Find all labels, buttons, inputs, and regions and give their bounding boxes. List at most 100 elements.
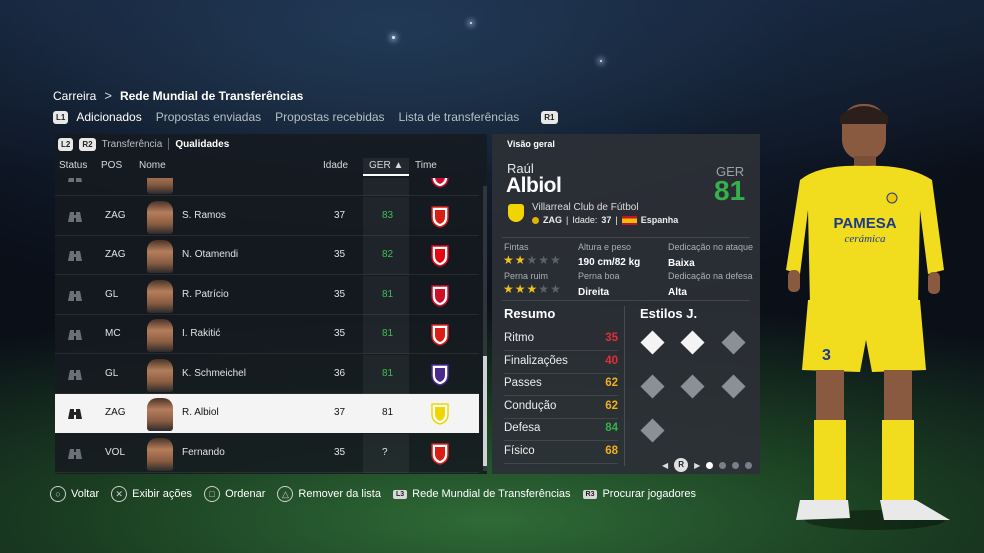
table-row[interactable]: ZAG S. Ramos 37 83 xyxy=(55,196,479,236)
stadium-light xyxy=(392,36,395,39)
breadcrumb-root[interactable]: Carreira xyxy=(53,89,96,103)
playstyle-slot-icon[interactable] xyxy=(640,374,665,399)
cell-ger: 81 xyxy=(382,407,394,418)
cell-pos: GL xyxy=(105,288,119,300)
cell-name: S. Ramos xyxy=(182,209,226,221)
tab-adicionados[interactable]: Adicionados xyxy=(76,110,141,124)
table-row[interactable]: ZAG R. Albiol 37 81 xyxy=(55,394,479,433)
footer-action-3[interactable]: △ Remover da lista xyxy=(277,486,381,502)
l3-button-icon: L3 xyxy=(392,489,408,499)
header-ger[interactable]: GER ▲ xyxy=(369,160,403,171)
team-crest-icon xyxy=(431,363,449,386)
table-row[interactable]: ATA O. Giroud 36 83 xyxy=(55,178,479,196)
scrollbar-thumb[interactable] xyxy=(483,356,487,466)
star-icon: ★ xyxy=(526,282,539,296)
subtab-qualidades[interactable]: Qualidades xyxy=(175,139,229,150)
cell-pos: VOL xyxy=(105,446,126,458)
team-crest-icon xyxy=(431,403,449,425)
height-weight-value: 190 cm/82 kg xyxy=(578,257,641,268)
binoculars-icon[interactable] xyxy=(67,178,83,183)
footer-action-label: Remover da lista xyxy=(298,488,381,500)
tab-propostas-enviadas[interactable]: Propostas enviadas xyxy=(156,110,261,124)
playstyle-slot-icon[interactable] xyxy=(640,418,665,443)
skill-moves-stars: ★★★★★ xyxy=(503,253,562,267)
preferred-foot-label: Perna boa xyxy=(578,271,620,281)
pager-dot[interactable] xyxy=(719,461,727,469)
player-face-thumbnail xyxy=(147,358,173,392)
pager-right-icon[interactable]: ▶ xyxy=(694,461,700,470)
attribute-name: Condução xyxy=(504,399,557,412)
playstyle-slot-icon[interactable] xyxy=(680,374,705,399)
cell-ger: 81 xyxy=(382,288,394,300)
binoculars-icon[interactable] xyxy=(67,446,83,460)
binoculars-icon[interactable] xyxy=(67,367,83,381)
cell-ger: 83 xyxy=(382,209,394,221)
l1-button-icon[interactable]: L1 xyxy=(53,110,69,124)
pager-dot[interactable] xyxy=(732,461,740,469)
cell-ger: 83 xyxy=(382,178,393,181)
pager-left-icon[interactable]: ◀ xyxy=(662,461,668,470)
table-row[interactable]: VOL Fernando 35? xyxy=(55,433,479,473)
r1-button-icon[interactable]: R1 xyxy=(541,110,558,124)
player-face-thumbnail xyxy=(147,240,173,273)
footer-action-5[interactable]: R3 Procurar jogadores xyxy=(582,488,696,500)
spain-flag-icon xyxy=(621,215,637,225)
subtabs: L2 R2 Transferência Qualidades xyxy=(55,134,229,154)
playstyle-icon[interactable] xyxy=(680,330,705,355)
subtab-transferencia[interactable]: Transferência xyxy=(102,139,163,150)
header-status[interactable]: Status xyxy=(59,160,87,171)
r2-button-icon[interactable]: R2 xyxy=(79,137,96,151)
cell-age: 35 xyxy=(334,249,346,260)
attribute-row: Físico 68 xyxy=(504,442,618,464)
footer-action-4[interactable]: L3 Rede Mundial de Transferências xyxy=(392,488,571,500)
tab-lista-transferencias[interactable]: Lista de transferências xyxy=(399,110,520,124)
playstyle-slot-icon[interactable] xyxy=(721,330,746,355)
binoculars-icon[interactable] xyxy=(67,248,83,262)
table-row[interactable]: ZAG N. Otamendi 35 82 xyxy=(55,236,479,275)
attack-workrate-label: Dedicação no ataque xyxy=(668,242,754,252)
attribute-value: 68 xyxy=(605,445,618,457)
footer-action-1[interactable]: ✕ Exibir ações xyxy=(111,486,192,502)
cell-ger: ? xyxy=(382,446,388,458)
footer-action-2[interactable]: □ Ordenar xyxy=(204,486,265,502)
attribute-value: 35 xyxy=(605,332,618,344)
cell-age: 36 xyxy=(334,367,346,379)
table-header: Status POS Nome Idade GER ▲ Time xyxy=(55,158,487,176)
r-stick-button-icon[interactable]: R xyxy=(674,458,689,472)
team-crest-icon xyxy=(431,178,449,188)
footer-action-label: Ordenar xyxy=(225,488,266,500)
stadium-light xyxy=(600,60,602,62)
header-age[interactable]: Idade xyxy=(323,160,348,171)
pager-dot[interactable] xyxy=(745,461,753,469)
footer-action-label: Voltar xyxy=(71,488,100,500)
pager-dot[interactable] xyxy=(706,461,714,469)
table-row[interactable]: GL R. Patrício 35 81 xyxy=(55,275,479,315)
star-icon: ★ xyxy=(514,282,527,296)
subtab-divider xyxy=(168,138,170,150)
team-crest-icon xyxy=(431,324,449,346)
club-crest-icon xyxy=(508,204,524,222)
header-team[interactable]: Time xyxy=(415,160,437,171)
binoculars-icon[interactable] xyxy=(67,327,83,341)
tab-propostas-recebidas[interactable]: Propostas recebidas xyxy=(275,110,384,124)
cell-age: 35 xyxy=(334,446,346,458)
scrollbar[interactable] xyxy=(483,186,487,471)
l2-button-icon[interactable]: L2 xyxy=(58,137,74,151)
binoculars-icon[interactable] xyxy=(67,209,83,223)
footer-action-0[interactable]: ○ Voltar xyxy=(50,486,99,502)
binoculars-icon[interactable] xyxy=(67,288,83,302)
attribute-row: Condução 62 xyxy=(504,397,618,419)
page-title: Rede Mundial de Transferências xyxy=(119,88,304,103)
table-row[interactable]: MC I. Rakitić 35 81 xyxy=(55,315,479,354)
binoculars-icon[interactable] xyxy=(67,406,83,420)
table-row[interactable]: GL K. Schmeichel 36 81 xyxy=(55,354,479,394)
attribute-name: Passes xyxy=(504,377,542,390)
header-name[interactable]: Nome xyxy=(139,160,166,171)
playstyle-icon[interactable] xyxy=(640,330,665,355)
footer-actions: ○ Voltar ✕ Exibir ações □ Ordenar △ Remover da … xyxy=(50,486,696,502)
breadcrumb: Carreira > Rede Mundial de Transferência… xyxy=(53,88,303,103)
playstyle-slot-icon[interactable] xyxy=(721,374,746,399)
attribute-row: Finalizações 40 xyxy=(504,352,618,374)
header-pos[interactable]: POS xyxy=(101,160,122,171)
overall-value: 81 xyxy=(714,175,746,206)
